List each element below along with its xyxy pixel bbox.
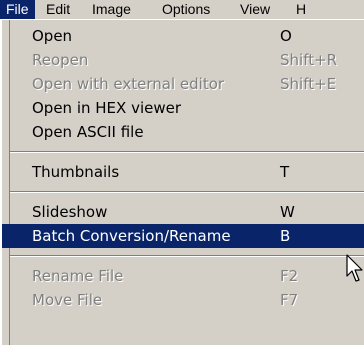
menu-separator — [10, 191, 364, 193]
menu-item-label: Open ASCII file — [32, 123, 144, 141]
menu-item-shortcut: F7 — [280, 291, 299, 309]
menu-item-shortcut: W — [280, 203, 295, 221]
menu-item-label: Open — [32, 27, 73, 45]
menu-item-shortcut: B — [280, 227, 291, 245]
menu-item-label: Reopen — [32, 51, 89, 69]
menu-item-open-external-editor: Open with external editor Shift+E — [2, 72, 364, 96]
menu-item-reopen: Reopen Shift+R — [2, 48, 364, 72]
menu-item-open[interactable]: Open O — [2, 24, 364, 48]
menu-item-slideshow[interactable]: Slideshow W — [2, 200, 364, 224]
menu-edit[interactable]: Edit — [40, 0, 76, 19]
menu-item-shortcut: F2 — [280, 267, 299, 285]
menu-help-partial[interactable]: H — [290, 0, 312, 19]
menu-image[interactable]: Image — [86, 0, 137, 19]
file-menu-dropdown: Open O Reopen Shift+R Open with external… — [0, 19, 364, 345]
menu-separator — [10, 255, 364, 257]
menu-item-shortcut: T — [280, 163, 290, 181]
menu-item-label: Batch Conversion/Rename — [32, 227, 231, 245]
menu-file[interactable]: File — [0, 0, 35, 19]
menu-item-batch-conversion[interactable]: Batch Conversion/Rename B — [2, 224, 364, 248]
menu-item-rename-file: Rename File F2 — [2, 264, 364, 288]
menu-item-label: Move File — [32, 291, 103, 309]
menu-view[interactable]: View — [234, 0, 276, 19]
menu-item-label: Thumbnails — [32, 163, 120, 181]
arrow-cursor-icon — [346, 254, 363, 282]
menu-item-shortcut: O — [280, 27, 292, 45]
menu-item-label: Slideshow — [32, 203, 108, 221]
menu-item-open-ascii-file[interactable]: Open ASCII file — [2, 120, 364, 144]
menu-item-thumbnails[interactable]: Thumbnails T — [2, 160, 364, 184]
menu-options[interactable]: Options — [156, 0, 216, 19]
menu-bar: File Edit Image Options View H — [0, 0, 364, 19]
menu-item-label: Open in HEX viewer — [32, 99, 182, 117]
menu-item-open-hex-viewer[interactable]: Open in HEX viewer — [2, 96, 364, 120]
menu-item-shortcut: Shift+E — [280, 75, 337, 93]
menu-item-label: Open with external editor — [32, 75, 225, 93]
menu-item-move-file: Move File F7 — [2, 288, 364, 312]
menu-item-shortcut: Shift+R — [280, 51, 338, 69]
menu-separator — [10, 151, 364, 153]
menu-item-label: Rename File — [32, 267, 124, 285]
app-screen: File Edit Image Options View H Open O Re… — [0, 0, 364, 345]
